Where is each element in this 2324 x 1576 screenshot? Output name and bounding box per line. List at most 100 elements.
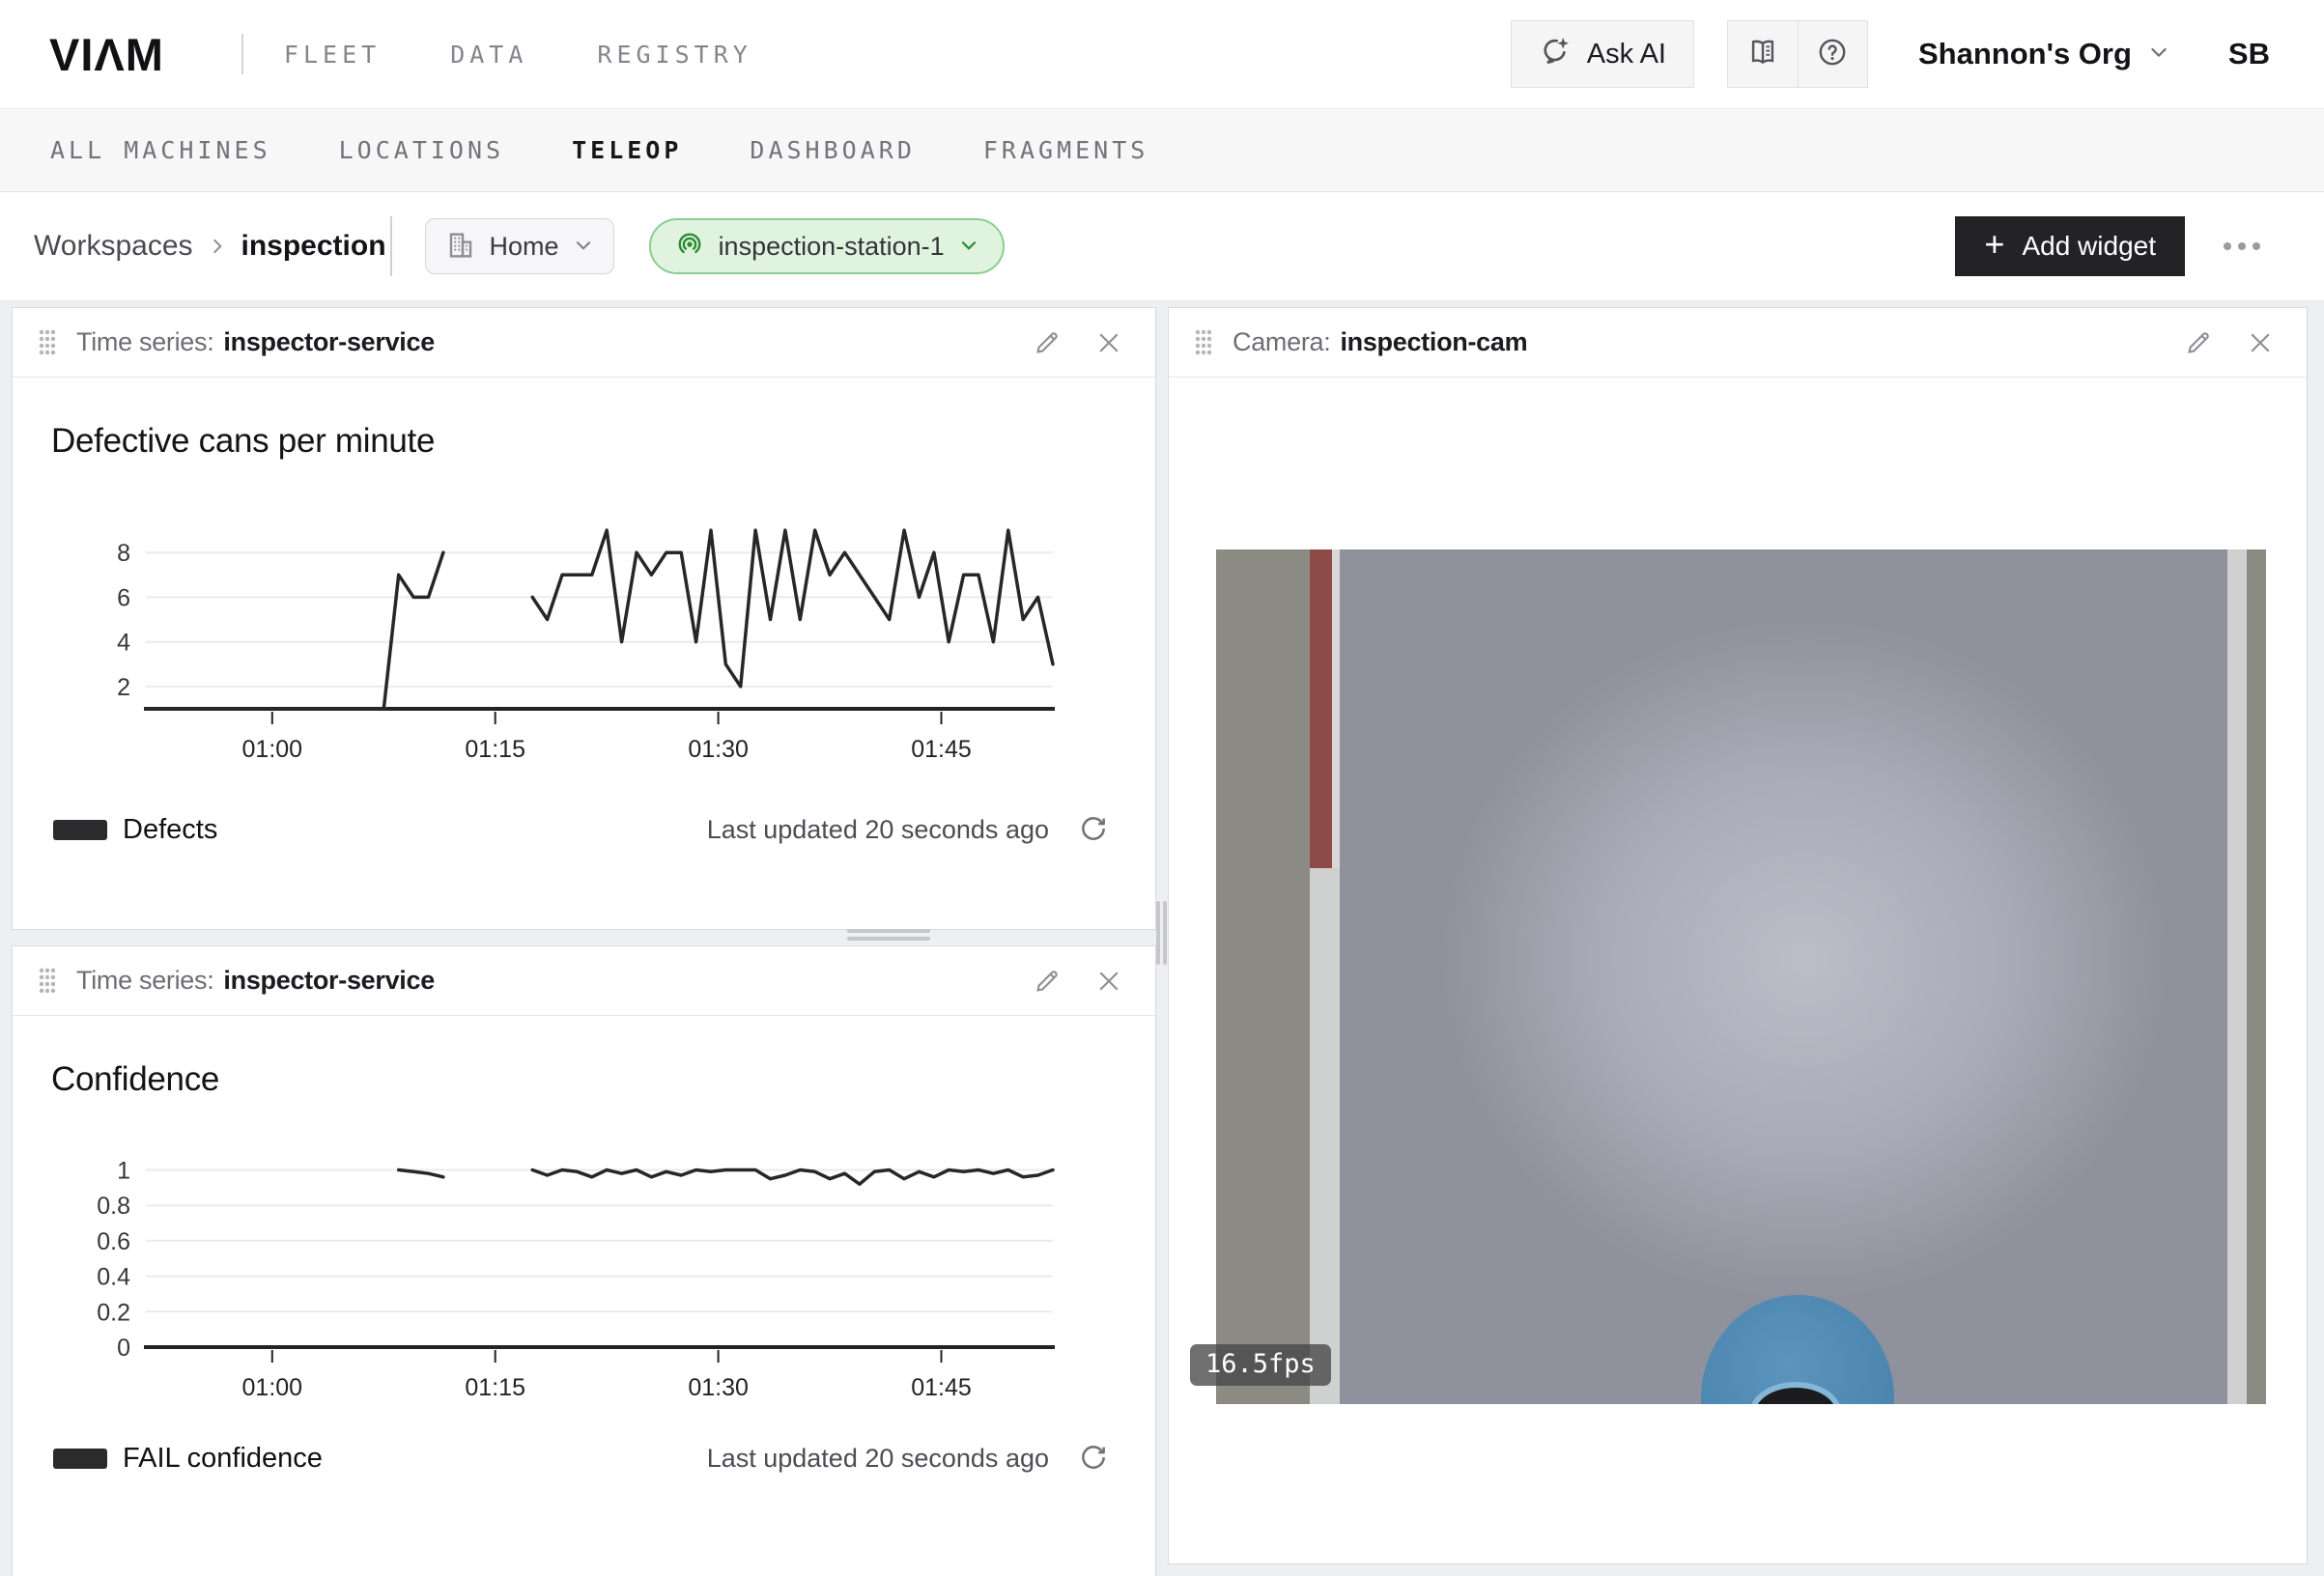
user-avatar[interactable]: SB: [2228, 37, 2270, 71]
primary-nav: FLEET DATA REGISTRY: [284, 41, 752, 69]
conveyor-left-rail: [1216, 549, 1310, 1404]
question-mark-icon: [1816, 36, 1849, 73]
widget-camera: Camera: inspection-cam: [1168, 307, 2308, 1564]
right-guide-stripe: [2227, 549, 2247, 1404]
header-right: Ask AI: [1511, 20, 2270, 88]
tab-teleop[interactable]: TELEOP: [572, 136, 682, 164]
drag-handle-icon[interactable]: [1194, 328, 1213, 356]
svg-text:01:15: 01:15: [465, 1374, 525, 1401]
widget-type-label: Camera:: [1233, 327, 1330, 357]
drag-handle-icon[interactable]: [38, 967, 57, 995]
refresh-button[interactable]: [1072, 1437, 1115, 1479]
chevron-down-icon: [958, 235, 979, 259]
edit-widget-button[interactable]: [1026, 960, 1068, 1002]
close-widget-button[interactable]: [2239, 322, 2281, 364]
nav-fleet[interactable]: FLEET: [284, 41, 381, 69]
legend-label: Defects: [123, 814, 217, 846]
chevron-down-icon: [2147, 41, 2170, 69]
widget-header: Time series: inspector-service: [13, 946, 1155, 1016]
teleop-toolbar: Workspaces inspection Home: [0, 192, 2324, 301]
chevron-down-icon: [573, 235, 594, 259]
widget-footer: Defects Last updated 20 seconds ago: [53, 808, 1115, 851]
conveyor-right-rail: [2247, 549, 2266, 1404]
title-caret: [390, 216, 392, 276]
ask-ai-button[interactable]: Ask AI: [1511, 20, 1694, 88]
confidence-line-chart: 00.20.40.60.8101:0001:1501:3001:45: [51, 1149, 1133, 1420]
workspace-title[interactable]: inspection: [241, 230, 386, 263]
left-guide-stripe-wide: [1310, 868, 1340, 1404]
plus-icon: +: [1984, 227, 2004, 262]
svg-text:0.6: 0.6: [97, 1228, 130, 1255]
svg-text:1: 1: [117, 1158, 130, 1185]
book-icon: [1746, 36, 1779, 73]
defects-line-chart: 246801:0001:1501:3001:45: [51, 511, 1133, 781]
header-divider: [241, 34, 243, 74]
toolbar-right: + Add widget: [1955, 216, 2270, 276]
docs-button[interactable]: [1728, 21, 1798, 87]
add-widget-label: Add widget: [2022, 231, 2156, 262]
svg-text:01:45: 01:45: [911, 1374, 972, 1401]
svg-text:01:00: 01:00: [242, 736, 303, 763]
widget-source-name: inspector-service: [223, 966, 435, 996]
svg-text:01:45: 01:45: [911, 736, 972, 763]
widget-footer: FAIL confidence Last updated 20 seconds …: [53, 1437, 1115, 1479]
add-widget-button[interactable]: + Add widget: [1955, 216, 2185, 276]
location-name: Home: [490, 232, 559, 262]
widget-type-label: Time series:: [76, 327, 213, 357]
edit-widget-button[interactable]: [1026, 322, 1068, 364]
widget-header: Time series: inspector-service: [13, 308, 1155, 378]
red-marker-stripe: [1310, 549, 1332, 868]
org-selector[interactable]: Shannon's Org: [1918, 37, 2170, 71]
viam-logo[interactable]: VIΛM: [49, 28, 164, 81]
nav-data[interactable]: DATA: [450, 41, 527, 69]
refresh-button[interactable]: [1072, 808, 1115, 851]
camera-feed[interactable]: [1216, 549, 2266, 1404]
last-updated-text: Last updated 20 seconds ago: [707, 815, 1049, 845]
widget-source-name: inspector-service: [223, 327, 435, 357]
nav-registry[interactable]: REGISTRY: [597, 41, 751, 69]
svg-text:01:00: 01:00: [242, 1374, 303, 1401]
legend-label: FAIL confidence: [123, 1443, 323, 1475]
column-resize-handle[interactable]: [1156, 901, 1167, 965]
svg-text:6: 6: [117, 584, 130, 611]
breadcrumb-chevron-icon: [207, 236, 228, 257]
location-selector[interactable]: Home: [425, 218, 614, 274]
camera-stage: 16.5fps: [1216, 549, 2266, 1404]
svg-text:01:30: 01:30: [688, 736, 749, 763]
svg-text:01:30: 01:30: [688, 1374, 749, 1401]
tab-locations[interactable]: LOCATIONS: [339, 136, 504, 164]
tab-fragments[interactable]: FRAGMENTS: [983, 136, 1148, 164]
tab-dashboard[interactable]: DASHBOARD: [750, 136, 915, 164]
widget-timeseries-defects: Time series: inspector-service Defective…: [12, 307, 1156, 930]
row-resize-handle[interactable]: [847, 929, 930, 944]
ask-ai-sparkle-icon: [1539, 34, 1572, 74]
svg-text:4: 4: [117, 630, 130, 657]
close-widget-button[interactable]: [1088, 322, 1130, 364]
machine-selector[interactable]: inspection-station-1: [649, 218, 1005, 274]
svg-text:0.8: 0.8: [97, 1193, 130, 1220]
breadcrumb-workspaces[interactable]: Workspaces: [34, 230, 193, 263]
help-icon-group: [1727, 20, 1868, 88]
tab-all-machines[interactable]: ALL MACHINES: [50, 136, 271, 164]
last-updated-text: Last updated 20 seconds ago: [707, 1444, 1049, 1474]
edit-widget-button[interactable]: [2177, 322, 2220, 364]
widget-source-name: inspection-cam: [1340, 327, 1527, 357]
svg-text:0.4: 0.4: [97, 1264, 130, 1291]
widget-type-label: Time series:: [76, 966, 213, 996]
fleet-tabbar: ALL MACHINES LOCATIONS TELEOP DASHBOARD …: [0, 108, 2324, 192]
drag-handle-icon[interactable]: [38, 328, 57, 356]
help-button[interactable]: [1798, 21, 1867, 87]
legend-swatch: [53, 1449, 107, 1469]
legend-swatch: [53, 820, 107, 840]
fps-badge: 16.5fps: [1190, 1344, 1331, 1386]
svg-text:2: 2: [117, 674, 130, 701]
building-icon: [445, 230, 476, 264]
close-widget-button[interactable]: [1088, 960, 1130, 1002]
live-broadcast-icon: [674, 230, 705, 264]
machine-name: inspection-station-1: [719, 232, 945, 262]
chart-title: Defective cans per minute: [51, 422, 435, 461]
svg-text:01:15: 01:15: [465, 736, 525, 763]
widget-timeseries-confidence: Time series: inspector-service Confidenc…: [12, 945, 1156, 1576]
overflow-menu-button[interactable]: [2214, 233, 2270, 260]
ask-ai-label: Ask AI: [1587, 39, 1666, 70]
